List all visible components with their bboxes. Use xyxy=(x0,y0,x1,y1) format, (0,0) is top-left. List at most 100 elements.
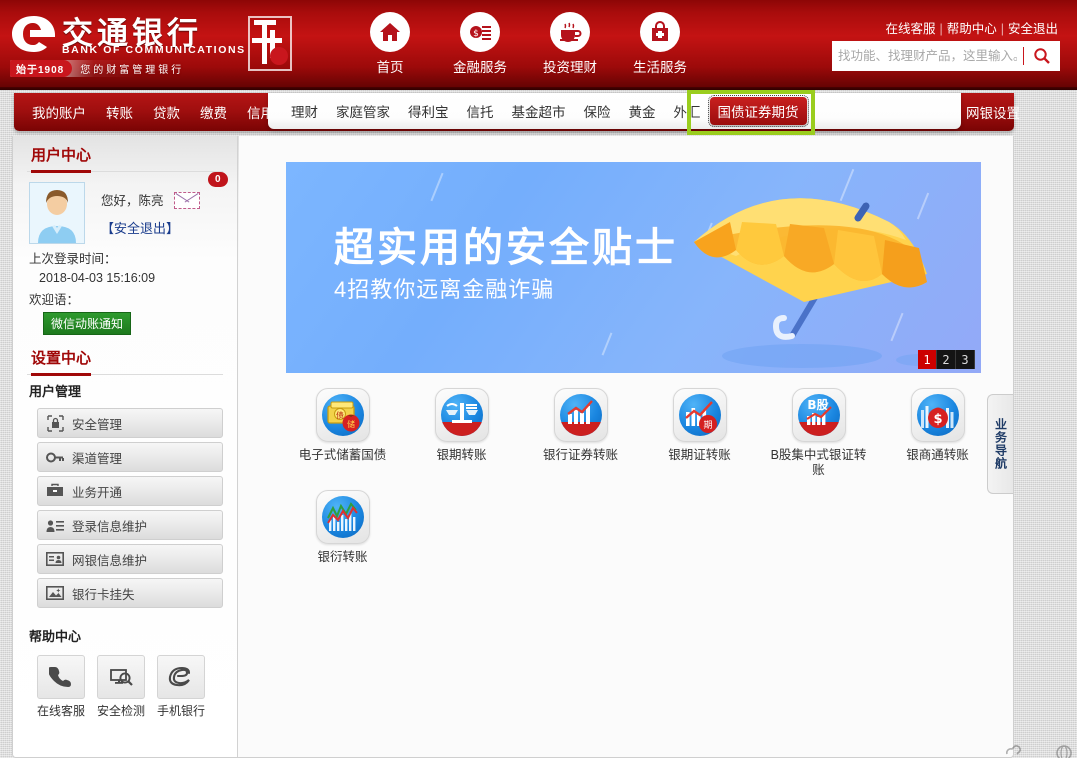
sidebar-item-label: 安全管理 xyxy=(72,417,123,432)
logo-slogan: 您的财富管理银行 xyxy=(80,65,185,76)
avatar xyxy=(29,182,85,244)
greeting-text: 您好，陈亮 xyxy=(101,194,164,208)
submenu-item-bonds-securities-futures[interactable]: 国债证券期货 xyxy=(707,95,809,127)
svg-text:B股: B股 xyxy=(807,397,829,412)
bank-logo[interactable]: 交通银行 BANK OF COMMUNICATIONS 始于1908 您的财富管… xyxy=(10,8,244,80)
sidebar-item-channel-mgmt[interactable]: 渠道管理 xyxy=(37,442,223,472)
sidebar-item-security-mgmt[interactable]: 安全管理 xyxy=(37,408,223,438)
banner-pager: 1 2 3 xyxy=(918,350,975,369)
app-label: B股集中式银证转账 xyxy=(770,448,867,477)
banner-page-2[interactable]: 2 xyxy=(937,350,956,369)
help-center-label: 帮助中心 xyxy=(29,629,82,644)
search-icon xyxy=(1034,48,1050,64)
app-b-share-transfer[interactable]: B股 B股集中式银证转账 xyxy=(759,388,878,478)
user-center-title: 用户中心 xyxy=(31,144,92,173)
lock-scan-icon xyxy=(38,414,72,432)
link-online-service[interactable]: 在线客服 xyxy=(881,22,939,36)
id-card-icon xyxy=(38,552,72,566)
submenu-item-fund-market[interactable]: 基金超市 xyxy=(503,101,575,121)
savings-bond-wallet-icon: 债 储 xyxy=(315,388,370,442)
home-icon xyxy=(370,12,410,52)
user-management-label: 用户管理 xyxy=(29,384,82,399)
banner-title: 超实用的安全贴士 xyxy=(334,225,678,271)
top-nav-item-investment[interactable]: 投资理财 xyxy=(525,12,615,76)
banner-page-3[interactable]: 3 xyxy=(956,350,975,369)
app-bank-securities-transfer[interactable]: 银行证券转账 xyxy=(521,388,640,478)
bocom-logo-mark xyxy=(12,16,56,52)
help-items-row: 在线客服 安全检测 手机银行 xyxy=(13,649,237,719)
svg-text:$: $ xyxy=(933,412,942,427)
sidebar-item-label: 渠道管理 xyxy=(72,451,123,466)
money-services-icon: $ xyxy=(460,12,500,52)
sidebar-item-label: 业务开通 xyxy=(72,485,123,500)
sidebar: 用户中心 您好，陈亮 0 【安全退出】 上次登录时间： 2018-04-03 1… xyxy=(13,136,238,757)
app-label: 银期证转账 xyxy=(668,448,731,462)
logo-year-badge: 始于1908 xyxy=(10,60,73,77)
coffee-cup-icon xyxy=(550,12,590,52)
welcome-label: 欢迎语： xyxy=(29,293,80,307)
wechat-notify-tag[interactable]: 微信动账通知 xyxy=(43,312,132,335)
help-item-mobile-bank[interactable]: 手机银行 xyxy=(157,655,205,719)
header-links: 在线客服 | 帮助中心 | 安全退出 xyxy=(881,18,1062,37)
link-secure-logout[interactable]: 安全退出 xyxy=(1004,22,1062,36)
mail-badge: 0 xyxy=(208,172,228,187)
svg-text:$: $ xyxy=(473,29,479,39)
app-row-2: 银衍转账 xyxy=(283,490,1003,577)
top-nav-label: 投资理财 xyxy=(543,60,597,75)
menu-item-transfer[interactable]: 转账 xyxy=(96,102,143,122)
app-bank-futures-transfer[interactable]: 银期转账 xyxy=(402,388,521,478)
sidebar-item-label: 网银信息维护 xyxy=(72,553,148,568)
link-help-center[interactable]: 帮助中心 xyxy=(943,22,1001,36)
last-login-label: 上次登录时间： xyxy=(29,252,117,266)
top-nav-item-life-services[interactable]: 生活服务 xyxy=(615,12,705,76)
mail-icon[interactable] xyxy=(173,192,200,209)
search-input[interactable] xyxy=(832,43,1023,69)
top-nav-item-financial-services[interactable]: $ 金融服务 xyxy=(435,12,525,76)
submenu-item-trust[interactable]: 信托 xyxy=(458,101,503,121)
menu-item-ebank-settings[interactable]: 网银设置 xyxy=(956,102,1030,122)
logo-english-name: BANK OF COMMUNICATIONS xyxy=(62,44,246,56)
menu-item-payment[interactable]: 缴费 xyxy=(190,102,237,122)
briefcase-icon xyxy=(38,483,72,499)
app-label: 银商通转账 xyxy=(906,448,969,462)
app-savings-bond[interactable]: 债 储 电子式储蓄国债 xyxy=(283,388,402,478)
bank-derivatives-transfer-icon xyxy=(315,490,370,544)
help-item-label: 在线客服 xyxy=(37,704,86,718)
submenu-item-deliba[interactable]: 得利宝 xyxy=(399,101,458,121)
bank-securities-transfer-icon xyxy=(553,388,608,442)
sidebar-item-label: 登录信息维护 xyxy=(72,519,148,534)
app-label: 银行证券转账 xyxy=(542,448,618,462)
search-button[interactable] xyxy=(1024,42,1060,70)
sidebar-logout-link[interactable]: 【安全退出】 xyxy=(101,218,237,237)
help-item-online-service[interactable]: 在线客服 xyxy=(37,655,85,719)
user-block: 您好，陈亮 0 【安全退出】 xyxy=(13,172,237,244)
sidebar-item-service-activation[interactable]: 业务开通 xyxy=(37,476,223,506)
phone-icon xyxy=(37,655,85,699)
top-nav-item-home[interactable]: 首页 xyxy=(345,12,435,76)
submenu-item-gold[interactable]: 黄金 xyxy=(620,101,665,121)
submenu-item-wealth[interactable]: 理财 xyxy=(282,101,327,121)
menu-item-my-account[interactable]: 我的账户 xyxy=(22,102,96,122)
yellow-umbrella-rain-illustration xyxy=(694,198,944,368)
help-item-security-check[interactable]: 安全检测 xyxy=(97,655,145,719)
app-label: 银衍转账 xyxy=(317,550,368,564)
submenu-item-forex[interactable]: 外汇 xyxy=(665,101,710,121)
sidebar-item-card-loss-report[interactable]: 银行卡挂失 xyxy=(37,578,223,608)
menu-item-loan[interactable]: 贷款 xyxy=(143,102,190,122)
app-bank-merchant-transfer[interactable]: $ 银商通转账 xyxy=(878,388,997,478)
svg-text:债: 债 xyxy=(336,410,344,420)
search-box xyxy=(832,41,1060,71)
submenu-item-insurance[interactable]: 保险 xyxy=(575,101,620,121)
app-bank-derivatives-transfer[interactable]: 银衍转账 xyxy=(283,490,402,565)
promo-banner[interactable]: 超实用的安全贴士 4招教你远离金融诈骗 1 2 3 xyxy=(286,162,981,373)
banner-page-1[interactable]: 1 xyxy=(918,350,937,369)
top-nav: 首页 $ 金融服务 投资理财 生活服务 xyxy=(345,12,705,76)
business-navigation-tab[interactable]: 业务导航 xyxy=(987,394,1013,494)
sidebar-item-ebank-info-maint[interactable]: 网银信息维护 xyxy=(37,544,223,574)
sidebar-item-login-info-maint[interactable]: 登录信息维护 xyxy=(37,510,223,540)
help-item-label: 安全检测 xyxy=(97,704,146,718)
submenu-item-family-steward[interactable]: 家庭管家 xyxy=(327,101,399,121)
app-grid: 债 储 电子式储蓄国债 银期转账 银行证券转账 期 银期证转账 B股 B股集中式… xyxy=(283,388,1003,577)
b-share-transfer-icon: B股 xyxy=(791,388,846,442)
app-bank-futures-cert-transfer[interactable]: 期 银期证转账 xyxy=(640,388,759,478)
